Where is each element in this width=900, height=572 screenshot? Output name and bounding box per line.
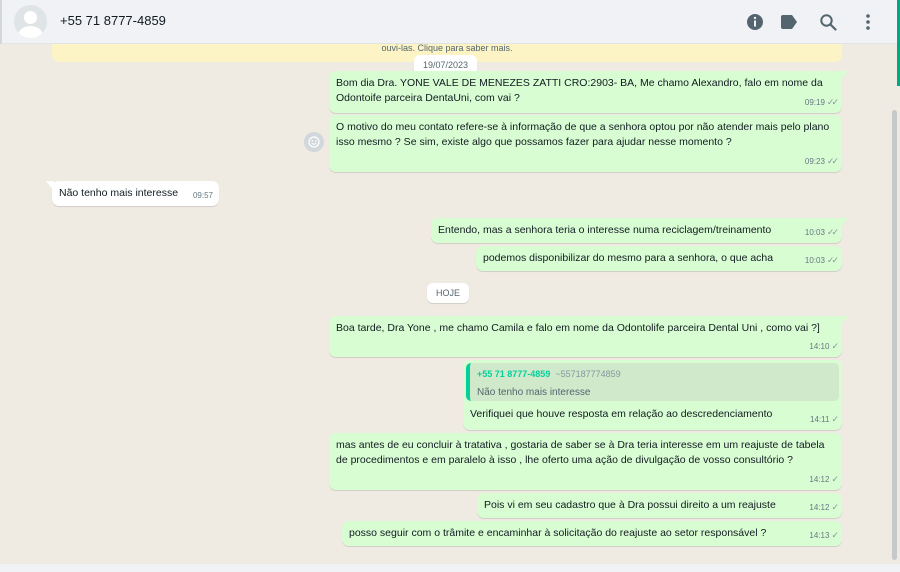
- check-icon: ✓: [831, 530, 838, 540]
- message-time: 09:19: [804, 98, 825, 107]
- quote-text: Não tenho mais interesse: [477, 387, 591, 398]
- message-text: O motivo do meu contato refere-se à info…: [336, 121, 830, 148]
- message-time: 14:12: [809, 503, 830, 512]
- message-time: 14:12: [809, 475, 830, 484]
- contact-name[interactable]: +55 71 8777-4859: [60, 13, 166, 28]
- quoted-message[interactable]: +55 71 8777-4859 ~557187774859 Não tenho …: [466, 363, 839, 401]
- message-text: Verifiquei que houve resposta em relação…: [470, 408, 773, 420]
- message-bubble[interactable]: Não tenho mais interesse 09:57: [46, 181, 219, 206]
- message-time: 14:10: [809, 342, 830, 351]
- message-text: mas antes de eu concluir à tratativa , g…: [336, 439, 825, 466]
- message-text: Boa tarde, Dra Yone , me chamo Camila e …: [336, 322, 820, 334]
- check-icon: ✓: [831, 341, 838, 351]
- message-bubble[interactable]: mas antes de eu concluir à tratativa , g…: [329, 433, 842, 490]
- message-bubble[interactable]: +55 71 8777-4859 ~557187774859 Não tenho …: [463, 360, 842, 430]
- message-bubble[interactable]: Entendo, mas a senhora teria o interesse…: [431, 218, 848, 243]
- message-text: Não tenho mais interesse: [59, 187, 179, 199]
- double-check-icon: ✓✓: [826, 97, 839, 107]
- message-text: Bom dia Dra. YONE VALE DE MENEZES ZATTI …: [336, 77, 823, 104]
- message-text: Entendo, mas a senhora teria o interesse…: [438, 224, 772, 236]
- notice-text: ouvi-las. Clique para saber mais.: [381, 44, 513, 53]
- message-bubble[interactable]: O motivo do meu contato refere-se à info…: [329, 115, 842, 172]
- message-text: posso seguir com o trâmite e encaminhar …: [349, 527, 767, 539]
- scrollbar[interactable]: [892, 110, 897, 560]
- label-icon[interactable]: [778, 11, 800, 33]
- quote-subtitle: ~557187774859: [555, 369, 621, 379]
- search-icon[interactable]: [817, 11, 839, 33]
- check-icon: ✓: [831, 502, 838, 512]
- avatar[interactable]: [14, 5, 47, 38]
- message-time: 09:23: [804, 157, 825, 166]
- message-bubble[interactable]: Bom dia Dra. YONE VALE DE MENEZES ZATTI …: [329, 71, 848, 113]
- message-text: Pois vi em seu cadastro que à Dra possui…: [484, 499, 776, 511]
- message-text: podemos disponibilizar do mesmo para a s…: [483, 252, 774, 264]
- emoji-reaction-icon[interactable]: [304, 132, 324, 152]
- check-icon: ✓: [831, 474, 838, 484]
- quote-author: +55 71 8777-4859: [477, 369, 551, 379]
- composer-bar[interactable]: [0, 564, 900, 572]
- message-time: 09:57: [192, 191, 213, 200]
- chat-header: +55 71 8777-4859: [0, 0, 900, 44]
- message-bubble[interactable]: podemos disponibilizar do mesmo para a s…: [476, 246, 842, 271]
- message-bubble[interactable]: Boa tarde, Dra Yone , me chamo Camila e …: [329, 316, 848, 357]
- message-time: 10:03: [804, 228, 825, 237]
- check-icon: ✓: [831, 414, 838, 424]
- message-bubble[interactable]: posso seguir com o trâmite e encaminhar …: [342, 521, 842, 546]
- message-time: 14:13: [809, 531, 830, 540]
- double-check-icon: ✓✓: [826, 255, 839, 265]
- message-time: 10:03: [804, 256, 825, 265]
- menu-icon[interactable]: [857, 11, 879, 33]
- divider: [0, 0, 2, 44]
- double-check-icon: ✓✓: [826, 227, 839, 237]
- message-time: 14:11: [810, 415, 830, 424]
- message-list[interactable]: ouvi-las. Clique para saber mais. 19/07/…: [0, 44, 900, 572]
- message-bubble[interactable]: Pois vi em seu cadastro que à Dra possui…: [477, 493, 842, 518]
- date-divider: HOJE: [427, 283, 470, 303]
- double-check-icon: ✓✓: [826, 156, 839, 166]
- info-icon[interactable]: [744, 11, 766, 33]
